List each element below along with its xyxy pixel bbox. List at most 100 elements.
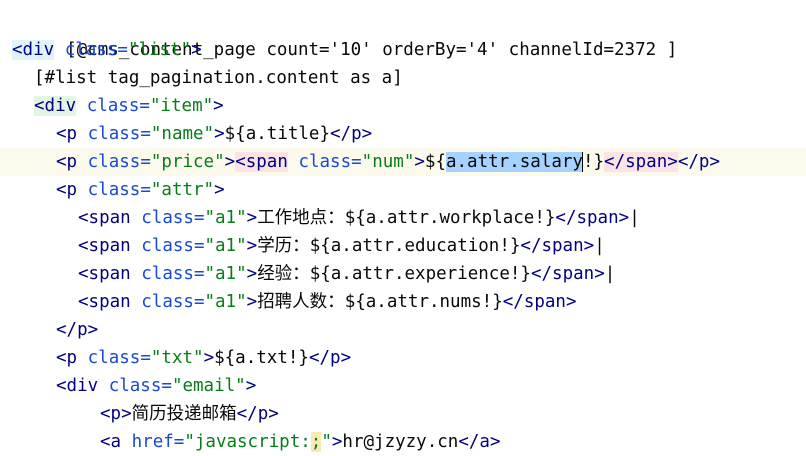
ftl-expression: ${a.attr.education!}	[309, 236, 521, 256]
tag-name: span	[88, 236, 131, 256]
tag-bracket: >	[268, 404, 279, 424]
tag-bracket: <	[56, 348, 67, 368]
code-line[interactable]: <p class="attr">	[0, 176, 806, 204]
tag-bracket: <	[78, 208, 89, 228]
attr-eq: =	[173, 432, 185, 452]
attr-value: "attr"	[150, 180, 215, 200]
attr-value: "list"	[127, 40, 192, 60]
tag-bracket: </	[502, 292, 524, 312]
text-label: 学历：	[257, 236, 310, 256]
tag-bracket: >	[340, 348, 352, 368]
tag-bracket: >	[565, 292, 577, 312]
tag-bracket: </	[56, 320, 78, 340]
tag-bracket: <	[56, 124, 67, 144]
tag-bracket: </	[330, 124, 352, 144]
tag-name: span	[625, 152, 668, 172]
tag-bracket: >	[213, 96, 224, 116]
attr-name: class	[87, 348, 141, 368]
code-editor[interactable]: [@cms_content_page count='10' orderBy='4…	[0, 0, 806, 452]
text-selection[interactable]: a.attr.salary	[445, 152, 583, 172]
ftl-directive: [#list tag_pagination.content as a]	[34, 68, 403, 88]
attr-name: class	[141, 292, 194, 312]
code-line[interactable]: <div class="item">	[0, 92, 806, 120]
tag-bracket: >	[583, 236, 595, 256]
attr-eq: =	[193, 264, 205, 284]
tag-name: span	[576, 208, 619, 228]
tag-bracket: >	[489, 432, 501, 452]
ftl-expression: ${a.txt!}	[214, 348, 309, 368]
tag-bracket: <	[78, 292, 89, 312]
attr-value: "num"	[361, 152, 415, 172]
attr-name: class	[86, 96, 140, 116]
tag-bracket: <	[100, 432, 111, 452]
tag-bracket: </	[236, 404, 258, 424]
attr-name: class	[87, 152, 141, 172]
tag-bracket: >	[246, 292, 258, 312]
link-text: hr@jzyzy.cn	[342, 432, 459, 452]
separator-text: |	[594, 236, 605, 256]
attr-name: class	[64, 40, 118, 60]
code-line[interactable]: <p class="txt">${a.txt!}</p>	[0, 344, 806, 372]
tag-name: span	[523, 292, 566, 312]
separator-text: |	[604, 264, 616, 284]
attr-eq: =	[117, 40, 128, 60]
tag-bracket: >	[87, 320, 99, 340]
tag-bracket: >	[224, 152, 236, 172]
tag-bracket: </	[530, 264, 553, 284]
code-line-current[interactable]: <p class="price"><span class="num">${a.a…	[0, 148, 806, 176]
tag-name: span	[88, 208, 131, 228]
tag-bracket: >	[667, 152, 678, 172]
attr-value: "name"	[150, 124, 215, 144]
tag-bracket: >	[246, 208, 258, 228]
ftl-expression-close: !}	[582, 152, 605, 172]
tag-name: span	[88, 264, 131, 284]
attr-value: "email"	[171, 376, 246, 396]
attr-name: class	[141, 264, 194, 284]
code-line[interactable]: <span class="a1">学历：${a.attr.education!}…	[0, 232, 806, 260]
attr-eq: =	[140, 152, 151, 172]
tag-name: div	[66, 376, 99, 396]
attr-name: class	[141, 208, 194, 228]
code-line[interactable]: </p>	[0, 316, 806, 344]
ftl-expression: ${a.attr.nums!}	[344, 292, 503, 312]
code-line[interactable]: [#list tag_pagination.content as a]	[0, 64, 806, 92]
separator-text: |	[629, 208, 640, 228]
tag-bracket: </	[458, 432, 480, 452]
code-line[interactable]: <span class="a1">经验：${a.attr.experience!…	[0, 260, 806, 288]
tag-name: p	[351, 124, 362, 144]
attr-value: "javascript:	[184, 432, 311, 452]
tag-name: span	[88, 292, 131, 312]
code-line[interactable]: <p>简历投递邮箱</p>	[0, 400, 806, 428]
tag-name: p	[330, 348, 341, 368]
tag-bracket: >	[245, 376, 257, 396]
tag-bracket: <	[78, 236, 89, 256]
attr-eq: =	[193, 208, 205, 228]
attr-name: class	[87, 180, 141, 200]
tag-bracket: >	[121, 404, 132, 424]
attr-eq: =	[139, 96, 150, 116]
tag-bracket: >	[214, 124, 225, 144]
tag-name: div	[44, 96, 77, 116]
tag-bracket: <	[78, 264, 89, 284]
code-line[interactable]: <span class="a1">工作地点：${a.attr.workplace…	[0, 204, 806, 232]
tag-bracket: >	[203, 348, 215, 368]
code-line[interactable]: [@cms_content_page count='10' orderBy='4…	[0, 8, 806, 60]
tag-name: span	[245, 152, 288, 172]
attr-eq: =	[351, 152, 362, 172]
code-line[interactable]: <div class="list">	[0, 36, 806, 64]
tag-name: p	[77, 320, 88, 340]
ftl-expression: ${a.title}	[224, 124, 330, 144]
code-line[interactable]: <span class="a1">招聘人数：${a.attr.nums!}</s…	[0, 288, 806, 316]
code-line[interactable]: <div class="email">	[0, 372, 806, 400]
tag-name: div	[22, 40, 55, 60]
tag-bracket: <	[100, 404, 111, 424]
text-label: 招聘人数：	[257, 292, 345, 312]
tag-bracket: >	[594, 264, 605, 284]
code-line[interactable]: <p class="name">${a.title}</p>	[0, 120, 806, 148]
tag-bracket: </	[555, 208, 577, 228]
tag-name: p	[66, 152, 78, 172]
tag-bracket: </	[308, 348, 331, 368]
attr-eq: =	[161, 376, 172, 396]
tag-name: p	[698, 152, 710, 172]
tag-name: a	[479, 432, 490, 452]
